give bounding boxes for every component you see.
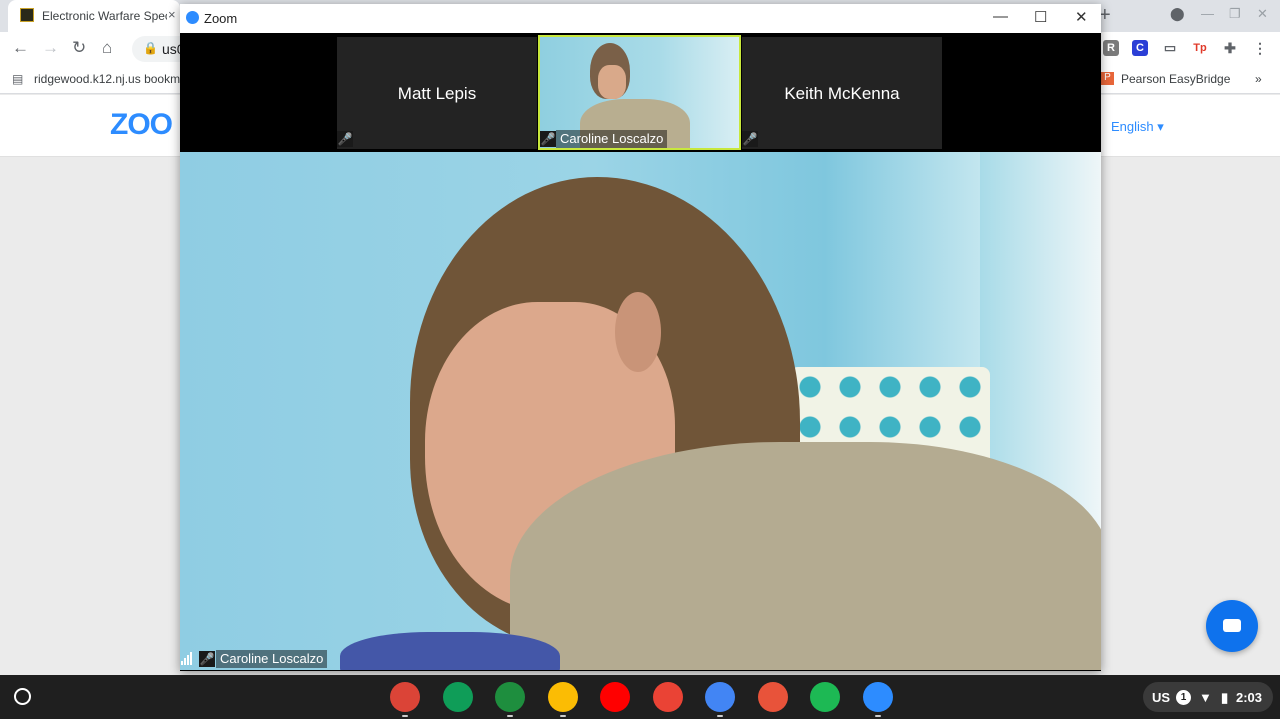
forward-arrow-icon[interactable]: → xyxy=(42,38,59,58)
battery-icon: ▮ xyxy=(1221,690,1229,705)
browser-tab[interactable]: Electronic Warfare Spec × xyxy=(8,0,180,32)
chat-bubble-icon xyxy=(1223,619,1241,632)
launcher-icon[interactable] xyxy=(14,688,31,705)
zoom-close-icon[interactable]: ✕ xyxy=(1075,8,1088,26)
back-arrow-icon[interactable]: ← xyxy=(12,38,29,58)
participant-name: Keith McKenna xyxy=(784,84,900,103)
muted-mic-icon: 🎤 xyxy=(742,131,758,147)
wifi-icon: ▼ xyxy=(1199,690,1212,705)
connection-signal-icon xyxy=(181,651,195,665)
bookmark-app-icon[interactable] xyxy=(758,682,788,712)
language-selector[interactable]: English ▾ xyxy=(1111,119,1164,135)
notification-count: 1 xyxy=(1176,690,1191,705)
running-indicator xyxy=(507,715,513,717)
running-indicator xyxy=(560,715,566,717)
bookmark-folder-icon: ▤ xyxy=(12,72,24,86)
participant-name: Matt Lepis xyxy=(397,84,477,103)
tab-close-icon[interactable]: × xyxy=(168,7,176,22)
bookmark-ridgewood[interactable]: ridgewood.k12.nj.us bookma xyxy=(34,72,187,86)
zoom-minimize-icon[interactable]: — xyxy=(993,8,1008,25)
chrome-menu-icon[interactable]: ⋮ xyxy=(1252,40,1268,56)
hangouts-icon[interactable] xyxy=(443,682,473,712)
bookmarks-overflow-icon[interactable]: » xyxy=(1255,72,1262,86)
extensions-puzzle-icon[interactable]: ✚ xyxy=(1222,40,1238,56)
window-close-icon[interactable]: ✕ xyxy=(1257,6,1268,22)
keyboard-layout: US xyxy=(1152,690,1171,705)
extension-r-icon[interactable]: R xyxy=(1103,40,1119,56)
window-restore-icon[interactable]: ❐ xyxy=(1229,6,1241,22)
window-minimize-icon[interactable]: — xyxy=(1201,6,1214,21)
gmail-icon[interactable] xyxy=(653,682,683,712)
zoom-site-logo[interactable]: ZOO xyxy=(110,108,173,142)
muted-mic-icon: 🎤 xyxy=(540,131,556,147)
extension-c-icon[interactable]: C xyxy=(1132,40,1148,56)
profile-menu-icon[interactable]: ⬤ xyxy=(1170,6,1185,22)
running-indicator xyxy=(402,715,408,717)
running-indicator xyxy=(875,715,881,717)
classroom-icon[interactable] xyxy=(495,682,525,712)
drive-icon[interactable] xyxy=(548,682,578,712)
zoom-app-icon xyxy=(186,11,199,24)
os-shelf xyxy=(0,675,1280,719)
zoom-window-title: Zoom xyxy=(204,11,238,26)
youtube-icon[interactable] xyxy=(600,682,630,712)
lock-icon: 🔒 xyxy=(143,41,158,55)
reload-icon[interactable]: ↻ xyxy=(72,38,86,58)
tab-title: Electronic Warfare Spec xyxy=(42,9,167,23)
zoom-maximize-icon[interactable]: ☐ xyxy=(1034,8,1047,26)
zoom-icon[interactable] xyxy=(863,682,893,712)
muted-mic-icon: 🎤 xyxy=(199,651,215,667)
spotify-icon[interactable] xyxy=(810,682,840,712)
cast-icon[interactable]: ▭ xyxy=(1162,40,1178,56)
participant-name: Caroline Loscalzo xyxy=(556,130,668,148)
running-indicator xyxy=(717,715,723,717)
active-speaker-video[interactable] xyxy=(180,152,1101,670)
army-favicon-icon xyxy=(20,8,34,22)
bookmark-pearson[interactable]: Pearson EasyBridge xyxy=(1121,72,1230,86)
chrome-icon[interactable] xyxy=(390,682,420,712)
docs-icon[interactable] xyxy=(705,682,735,712)
speaker-name: Caroline Loscalzo xyxy=(216,650,328,668)
extension-tp-icon[interactable]: Tp xyxy=(1192,40,1208,56)
clock: 2:03 xyxy=(1236,690,1263,705)
zoom-titlebar xyxy=(180,4,1101,33)
home-icon[interactable]: ⌂ xyxy=(102,38,112,58)
muted-mic-icon: 🎤 xyxy=(337,131,353,147)
pearson-icon: P xyxy=(1101,72,1114,85)
